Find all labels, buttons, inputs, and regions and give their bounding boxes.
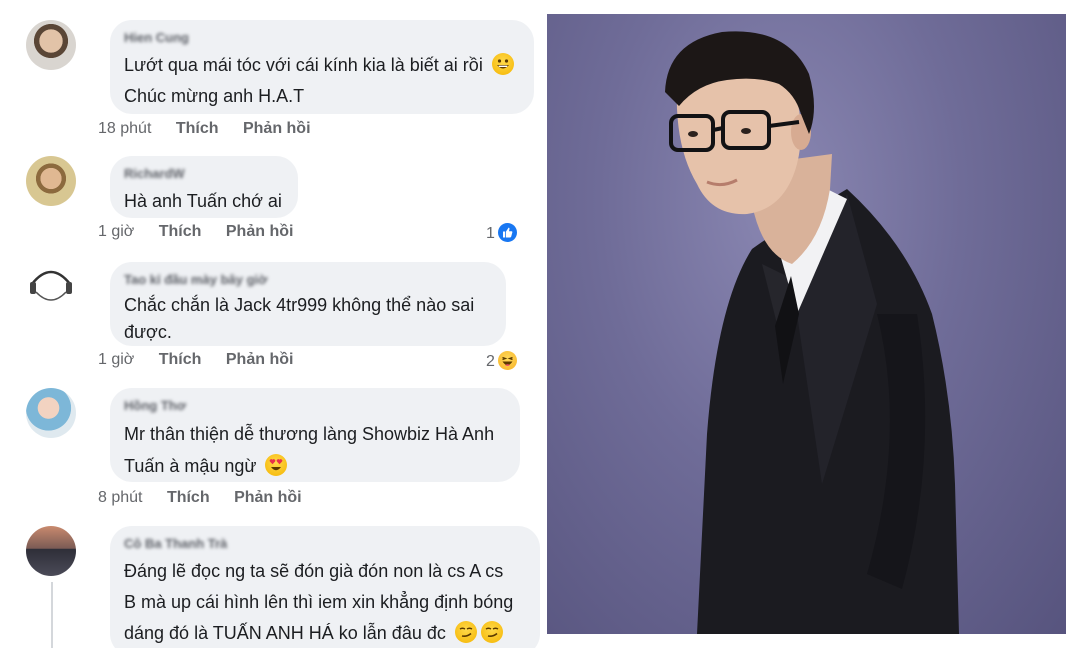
avatar[interactable] [26,388,76,438]
comment-text-line: Đáng lẽ đọc ng ta sẽ đón già đón non là … [124,561,504,581]
comment-text: Chắc chắn là Jack 4tr999 không thể nào s… [124,292,492,346]
comment-actions: 1 giờ Thích Phản hồi [98,223,313,241]
comment-text-line: Lướt qua mái tóc với cái kính kia là biế… [124,55,483,75]
comment-text: Lướt qua mái tóc với cái kính kia là biế… [124,50,520,112]
comment-bubble: Cô Ba Thanh Trà Đáng lẽ đọc ng ta sẽ đón… [110,526,540,648]
comment-bubble: RichardW Hà anh Tuấn chớ ai [110,156,298,218]
smirking-face-icon [454,621,477,643]
comment-thread: Hien Cung Lướt qua mái tóc với cái kính … [0,0,540,648]
comment-time[interactable]: 18 phút [98,120,151,137]
comment-actions: 18 phút Thích Phản hồi [98,120,331,138]
reaction-summary[interactable]: 1 [486,223,517,243]
portrait-photo [547,14,1066,634]
avatar[interactable] [26,20,76,70]
like-button[interactable]: Thích [167,489,210,506]
man-in-suit-illustration [665,31,959,634]
reaction-count: 1 [486,225,495,242]
comment-text-line: Chắc chắn là Jack 4tr999 không thể nào s… [124,295,475,315]
comment-text: Hà anh Tuấn chớ ai [124,191,282,211]
comment-bubble: Hồng Thơ Mr thân thiện dễ thương làng Sh… [110,388,520,482]
avatar[interactable] [26,262,76,312]
comment-text-line: dáng đó là TUẤN ANH HÁ ko lẫn đâu đc [124,623,446,643]
comment-time[interactable]: 1 giờ [98,223,134,240]
comment-time[interactable]: 8 phút [98,489,142,506]
comment-actions: 1 giờ Thích Phản hồi [98,351,313,369]
reply-thread-line [51,582,53,648]
reply-button[interactable]: Phản hồi [243,120,311,137]
comment-text-line: B mà up cái hình lên thì iem xin khẳng đ… [124,592,514,612]
comment-time[interactable]: 1 giờ [98,351,134,368]
comment-author[interactable]: Hien Cung [124,30,520,46]
comment-author[interactable]: Hồng Thơ [124,398,506,414]
reply-button[interactable]: Phản hồi [234,489,302,506]
reaction-count: 2 [486,353,495,370]
avatar[interactable] [26,156,76,206]
comment-bubble: Tao kỉ đầu mày bây giờ Chắc chắn là Jack… [110,262,506,346]
grinning-face-icon [491,53,514,75]
comment-text: Mr thân thiện dễ thương làng Showbiz Hà … [124,418,506,482]
smirking-face-icon [480,621,503,643]
comment-text-line: Tuấn à mậu ngừ [124,456,257,476]
reply-button[interactable]: Phản hồi [226,351,294,368]
like-button[interactable]: Thích [159,351,202,368]
like-button[interactable]: Thích [176,120,219,137]
haha-icon [497,351,517,370]
heart-eyes-icon [265,454,288,476]
avatar[interactable] [26,526,76,576]
comment-text: Đáng lẽ đọc ng ta sẽ đón già đón non là … [124,556,526,648]
comment-actions: 8 phút Thích Phản hồi [98,489,322,507]
comment-author[interactable]: RichardW [124,166,284,182]
reaction-summary[interactable]: 2 [486,351,517,371]
like-icon [497,223,517,242]
comment-bubble: Hien Cung Lướt qua mái tóc với cái kính … [110,20,534,114]
comment-text-line: được. [124,322,172,342]
like-button[interactable]: Thích [159,223,202,240]
comment-author[interactable]: Tao kỉ đầu mày bây giờ [124,272,492,288]
reply-button[interactable]: Phản hồi [226,223,294,240]
comment-text-line: Chúc mừng anh H.A.T [124,86,305,106]
comment-author[interactable]: Cô Ba Thanh Trà [124,536,526,552]
comment-text-line: Mr thân thiện dễ thương làng Showbiz Hà … [124,424,495,444]
